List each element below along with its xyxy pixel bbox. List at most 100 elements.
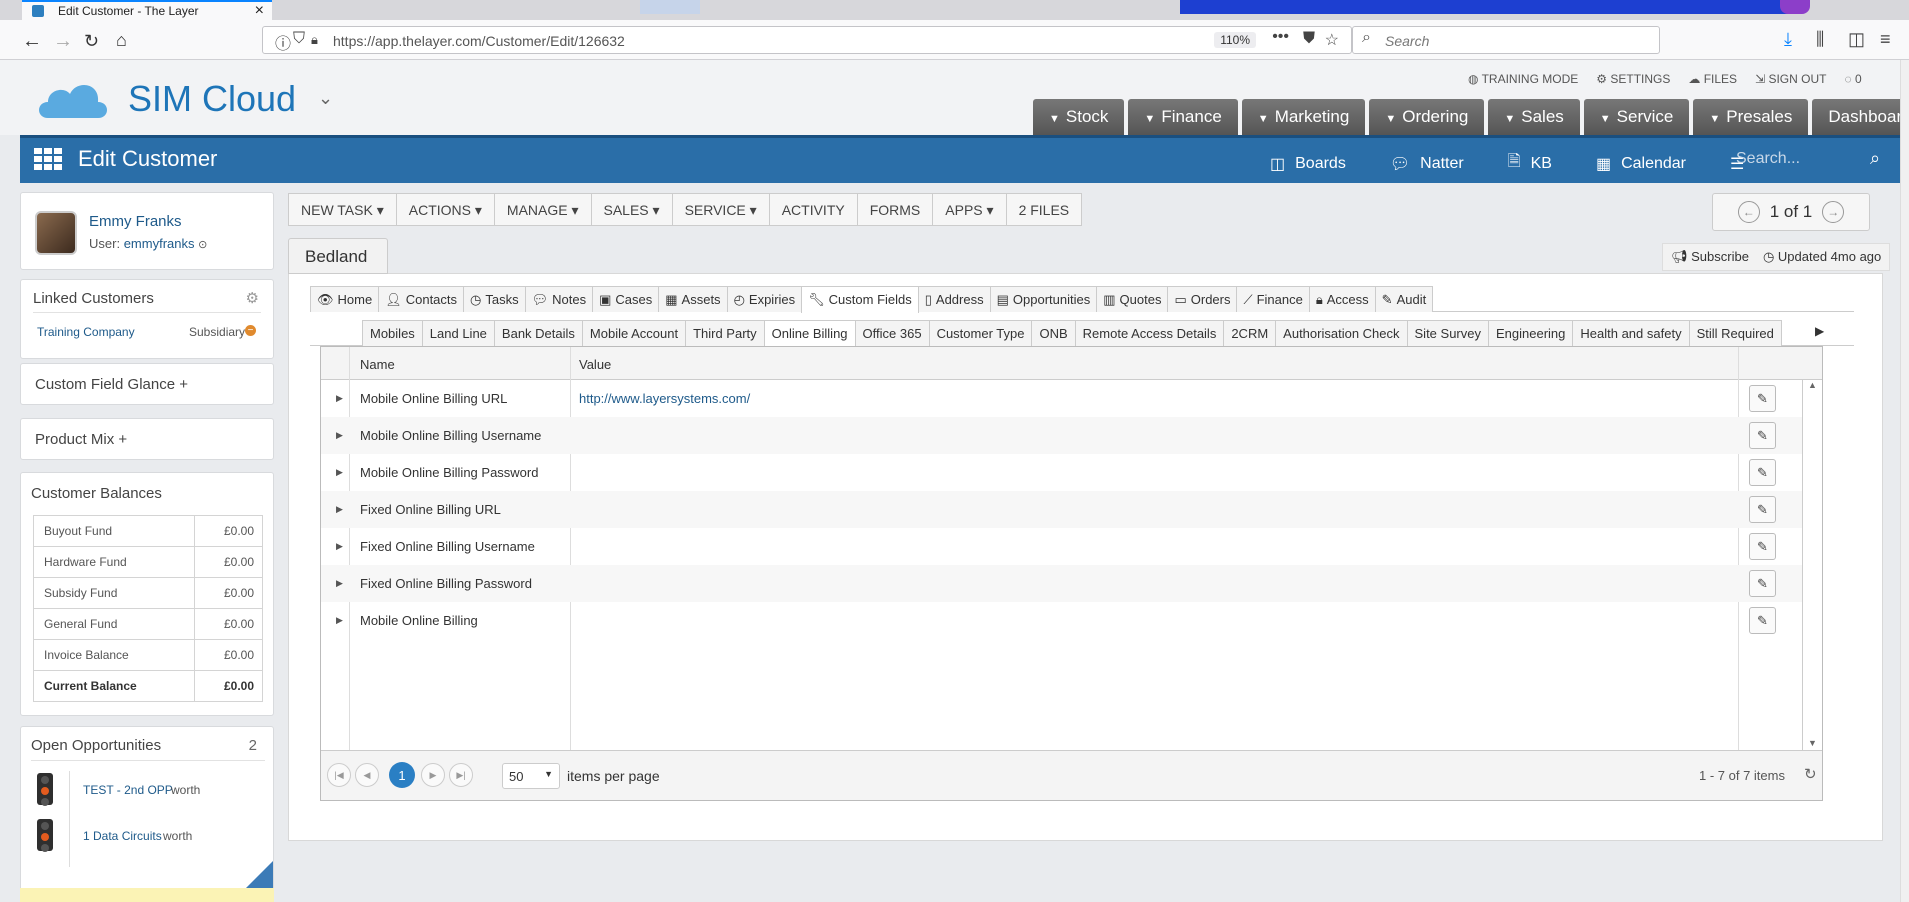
module-tab-sales[interactable]: ▼ Sales — [1488, 99, 1580, 135]
scroll-tabs-right-icon[interactable]: ▶ — [1815, 324, 1824, 338]
subtab-still-required[interactable]: Still Required — [1688, 320, 1782, 346]
opportunity-link[interactable]: TEST - 2nd OPP — [83, 783, 173, 797]
chevron-down-icon[interactable]: ⌄ — [318, 88, 333, 109]
forms-button[interactable]: FORMS — [858, 194, 934, 225]
opportunity-link[interactable]: 1 Data Circuits — [83, 829, 162, 843]
previous-record-icon[interactable]: ← — [1737, 201, 1760, 223]
user-name[interactable]: Emmy Franks — [89, 213, 182, 230]
activity-button[interactable]: ACTIVITY — [770, 194, 858, 225]
expand-row-icon[interactable]: ▶ — [336, 578, 343, 589]
url-text[interactable]: https://app.thelayer.com/Customer/Edit/1… — [333, 33, 625, 49]
subtab-mobiles[interactable]: Mobiles — [362, 320, 423, 346]
browser-search-input[interactable]: ⌕ Search — [1352, 26, 1660, 54]
tab-cases[interactable]: ▣ Cases — [592, 286, 660, 312]
first-page-icon[interactable]: |◀ — [327, 763, 351, 787]
files-link[interactable]: ☁ FILES — [1688, 72, 1737, 86]
back-icon[interactable]: ← — [22, 29, 42, 53]
last-page-icon[interactable]: ▶| — [449, 763, 473, 787]
natter-link[interactable]: 💬︎ Natter — [1390, 150, 1464, 177]
tab-access[interactable]: 🔒︎ Access — [1308, 286, 1376, 312]
subtab-office-365[interactable]: Office 365 — [854, 320, 930, 346]
subtab-online-billing[interactable]: Online Billing — [763, 320, 856, 347]
subtab-onb[interactable]: ONB — [1031, 320, 1076, 346]
tab-audit[interactable]: ✎ Audit — [1374, 286, 1434, 312]
tab-finance[interactable]: ⟋ Finance — [1236, 286, 1310, 312]
expand-row-icon[interactable]: ▶ — [336, 541, 343, 552]
page-scrollbar[interactable] — [1900, 60, 1909, 902]
module-tab-marketing[interactable]: ▼ Marketing — [1241, 99, 1366, 135]
menu-icon[interactable]: ≡ — [1880, 29, 1891, 50]
scroll-down-icon[interactable]: ▼ — [1808, 738, 1817, 748]
shield-icon[interactable]: ⛉ — [293, 30, 305, 48]
expand-row-icon[interactable]: ▶ — [336, 615, 343, 626]
module-tab-ordering[interactable]: ▼ Ordering — [1369, 99, 1485, 135]
download-icon[interactable]: ⤓ — [1784, 29, 1792, 50]
product-mix-title[interactable]: Product Mix + — [35, 431, 127, 448]
linked-company-link[interactable]: Training Company — [37, 325, 135, 339]
search-icon[interactable]: ⌕ — [1870, 148, 1880, 169]
avatar[interactable] — [35, 211, 77, 255]
tab-tasks[interactable]: ◷ Tasks — [463, 286, 526, 312]
app-search-input[interactable]: Search... — [1736, 150, 1886, 168]
subtab-health-and-safety[interactable]: Health and safety — [1572, 320, 1690, 346]
reload-icon[interactable]: ↻ — [84, 29, 99, 53]
page-size-select[interactable]: 50 ▼ — [502, 763, 560, 789]
column-header-value[interactable]: Value — [579, 357, 611, 372]
next-page-icon[interactable]: ▶ — [421, 763, 445, 787]
apps-grid-icon[interactable] — [34, 148, 62, 170]
kb-link[interactable]: 🗎︎ KB — [1508, 150, 1552, 177]
edit-pencil-icon[interactable]: ✎ — [1749, 607, 1776, 634]
subtab-remote-access[interactable]: Remote Access Details — [1074, 320, 1225, 346]
background-tab[interactable] — [1180, 0, 1790, 14]
edit-pencil-icon[interactable]: ✎ — [1749, 459, 1776, 486]
forward-icon[interactable]: → — [53, 29, 73, 53]
tab-address[interactable]: ▯ Address — [917, 286, 991, 312]
subtab-2crm[interactable]: 2CRM — [1223, 320, 1277, 346]
tab-notes[interactable]: 💬︎ Notes — [524, 286, 594, 312]
subtab-mobile-account[interactable]: Mobile Account — [581, 320, 687, 346]
current-page-button[interactable]: 1 — [389, 762, 415, 788]
subtab-engineering[interactable]: Engineering — [1488, 320, 1574, 346]
custom-field-glance-title[interactable]: Custom Field Glance + — [35, 376, 188, 393]
tab-home[interactable]: 👁︎ Home — [310, 286, 380, 312]
expand-row-icon[interactable]: ▶ — [336, 467, 343, 478]
gear-icon[interactable]: ⚙ — [246, 289, 259, 307]
edit-pencil-icon[interactable]: ✎ — [1749, 570, 1776, 597]
field-value-link[interactable]: http://www.layersystems.com/ — [579, 391, 750, 406]
expand-row-icon[interactable]: ▶ — [336, 430, 343, 441]
sidebar-toggle-icon[interactable]: ◫ — [1848, 29, 1865, 50]
tab-contacts[interactable]: 👤︎ Contacts — [378, 286, 465, 312]
more-icon[interactable]: ••• — [1272, 28, 1289, 46]
module-tab-finance[interactable]: ▼ Finance — [1128, 99, 1238, 135]
tab-expiries[interactable]: ◴ Expiries — [726, 286, 803, 312]
custom-field-glance-card[interactable]: Custom Field Glance + — [20, 363, 274, 405]
remove-link-icon[interactable]: − — [245, 325, 256, 336]
module-tab-stock[interactable]: ▼ Stock — [1033, 99, 1125, 135]
background-tab[interactable] — [640, 0, 700, 14]
brand-name[interactable]: SIM Cloud — [128, 78, 296, 120]
browser-tab[interactable]: Edit Customer - The Layer × — [22, 0, 272, 20]
grid-scrollbar[interactable]: ▲ ▼ — [1802, 380, 1822, 750]
subtab-site-survey[interactable]: Site Survey — [1406, 320, 1489, 346]
subtab-land-line[interactable]: Land Line — [421, 320, 495, 346]
edit-pencil-icon[interactable]: ✎ — [1749, 533, 1776, 560]
pocket-icon[interactable]: ⛊ — [1303, 30, 1315, 48]
tab-quotes[interactable]: ▥ Quotes — [1096, 286, 1169, 312]
address-bar[interactable]: ⓘ ⛉ 🔒︎ https://app.thelayer.com/Customer… — [262, 26, 1352, 54]
tab-custom-fields[interactable]: 🔧︎ Custom Fields — [801, 286, 919, 313]
library-icon[interactable]: ⫼ — [1816, 29, 1824, 50]
tab-opportunities[interactable]: ▤ Opportunities — [989, 286, 1098, 312]
sign-out-link[interactable]: ⇲ SIGN OUT — [1755, 72, 1826, 86]
expand-row-icon[interactable]: ▶ — [336, 393, 343, 404]
info-icon[interactable]: ⓘ — [275, 30, 291, 54]
training-mode-link[interactable]: ◍ TRAINING MODE — [1468, 72, 1578, 86]
product-mix-card[interactable]: Product Mix + — [20, 418, 274, 460]
subtab-authorisation-check[interactable]: Authorisation Check — [1275, 320, 1408, 346]
service-button[interactable]: SERVICE ▾ — [673, 194, 770, 225]
column-header-name[interactable]: Name — [360, 357, 395, 372]
sales-button[interactable]: SALES ▾ — [592, 194, 673, 225]
notifications-link[interactable]: ◌ 0 — [1844, 72, 1861, 86]
manage-button[interactable]: MANAGE ▾ — [495, 194, 592, 225]
scroll-up-icon[interactable]: ▲ — [1808, 380, 1817, 390]
subtab-third-party[interactable]: Third Party — [685, 320, 765, 346]
